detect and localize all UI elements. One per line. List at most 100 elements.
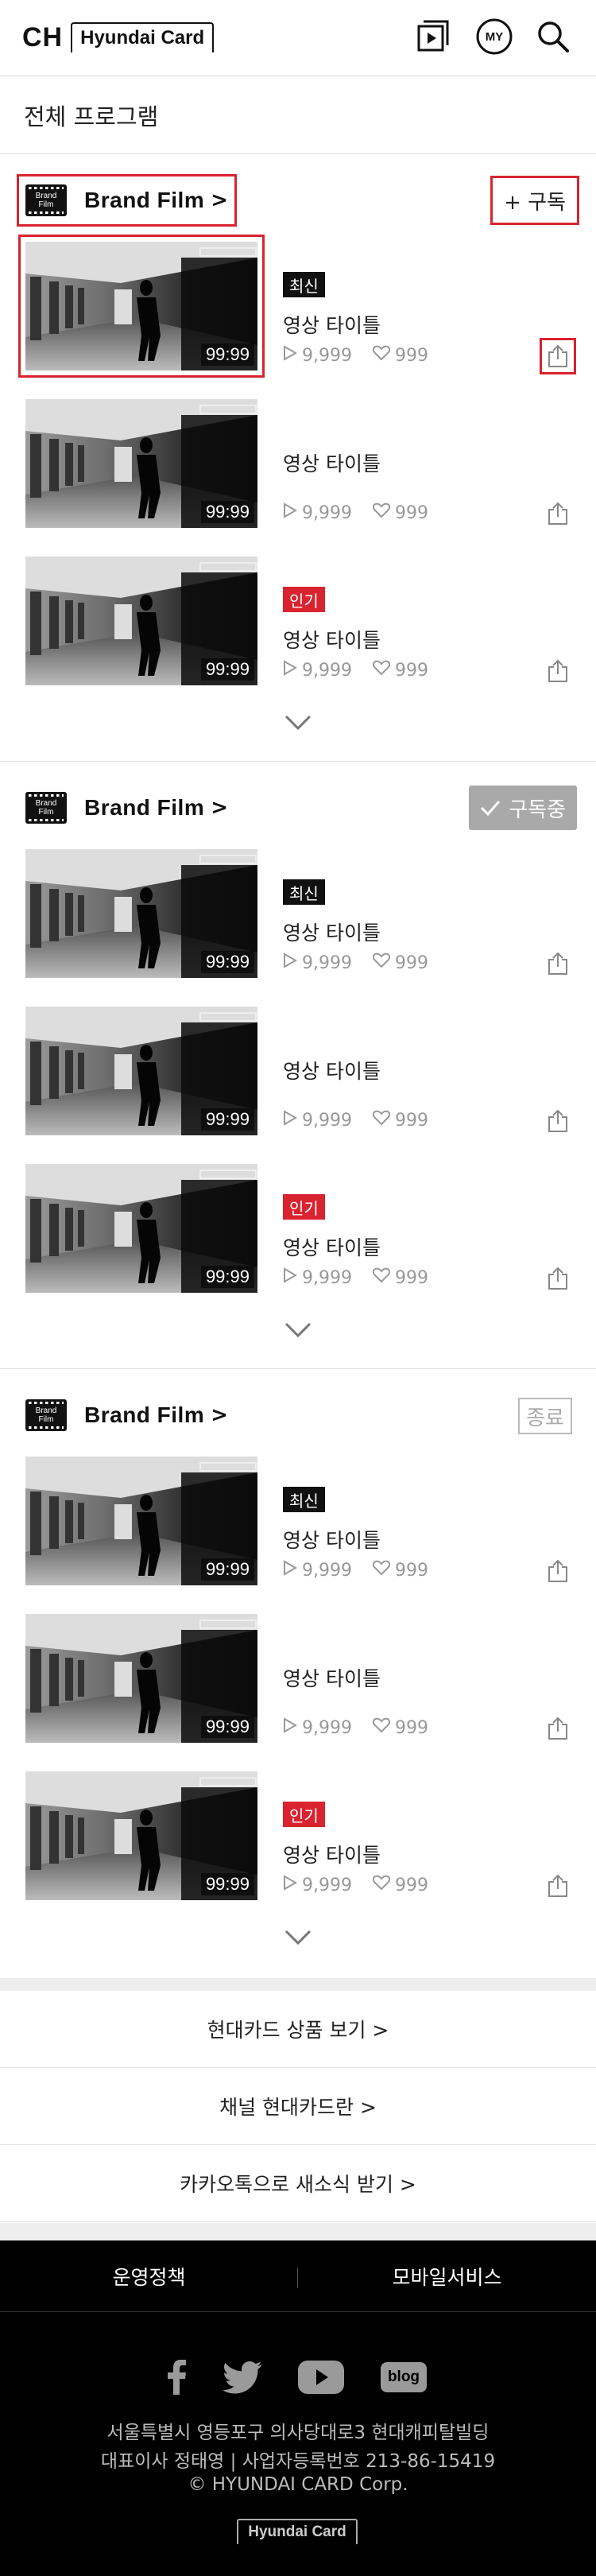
chevron-right-icon: > (211, 796, 229, 820)
subscribe-button-label: + 구독 (504, 190, 566, 215)
video-duration: 99:99 (200, 1266, 254, 1288)
video-title[interactable]: 영상 타이틀 (283, 310, 381, 339)
play-icon (283, 1560, 302, 1581)
brand-icon-text: Brand (35, 1406, 57, 1415)
link-about-channel[interactable]: 채널 현대카드란 > (0, 2068, 596, 2145)
chevron-down-icon[interactable] (282, 1318, 314, 1342)
brand-film-icon: Brand Film (25, 792, 67, 824)
link-kakao-news[interactable]: 카카오톡으로 새소식 받기 > (0, 2145, 596, 2222)
view-count: 9,999 (283, 1110, 352, 1131)
video-list-item[interactable]: 99:99 인기 영상 타이틀 9,999 999 (0, 557, 596, 690)
video-thumbnail[interactable]: 99:99 (18, 235, 265, 378)
video-thumbnail[interactable]: 99:99 (25, 849, 257, 978)
share-icon[interactable] (542, 1713, 574, 1744)
twitter-icon[interactable] (221, 2358, 264, 2396)
view-count-value: 9,999 (302, 660, 352, 681)
share-icon[interactable] (542, 1870, 574, 1902)
subscribed-button[interactable]: 구독중 (469, 786, 577, 830)
share-icon[interactable] (542, 655, 574, 687)
like-count: 999 (372, 660, 428, 681)
like-count: 999 (372, 502, 428, 523)
video-thumbnail[interactable]: 99:99 (25, 1771, 257, 1900)
brand-icon-text: Brand (35, 799, 57, 808)
video-thumbnail[interactable]: 99:99 (25, 557, 257, 685)
like-count-value: 999 (394, 660, 428, 681)
video-thumbnail[interactable]: 99:99 (25, 1457, 257, 1585)
video-list-item[interactable]: 99:99 인기 영상 타이틀 9,999 999 (0, 1164, 596, 1298)
video-thumbnail[interactable]: 99:99 (25, 1007, 257, 1135)
view-count: 9,999 (283, 952, 352, 973)
heart-icon (372, 1110, 395, 1131)
section-header: Brand Film Brand Film > + 구독 (0, 154, 596, 242)
ended-status-badge: 종료 (518, 1398, 572, 1434)
search-icon[interactable] (532, 16, 574, 57)
blog-label: blog (381, 2362, 427, 2392)
video-title[interactable]: 영상 타이틀 (283, 448, 381, 477)
video-thumbnail[interactable]: 99:99 (25, 399, 257, 528)
view-count-value: 9,999 (302, 1875, 352, 1895)
like-count-value: 999 (394, 1875, 428, 1895)
share-icon[interactable] (540, 338, 576, 374)
brand-name: Brand Film (84, 188, 205, 212)
video-list-item[interactable]: 99:99 최신 영상 타이틀 9,999 999 (0, 1457, 596, 1590)
video-thumbnail[interactable]: 99:99 (25, 1614, 257, 1743)
view-count-value: 9,999 (302, 1267, 352, 1288)
video-thumbnail[interactable]: 99:99 (25, 1164, 257, 1293)
video-duration: 99:99 (200, 1108, 254, 1131)
brand-icon-text: Film (38, 1415, 54, 1424)
share-icon[interactable] (542, 1105, 574, 1137)
share-icon[interactable] (542, 1555, 574, 1587)
my-icon[interactable]: MY (474, 16, 515, 57)
link-card-products[interactable]: 현대카드 상품 보기 > (0, 1991, 596, 2068)
video-title[interactable]: 영상 타이틀 (283, 1840, 381, 1868)
footer-nav: 운영정책 모바일서비스 (0, 2240, 596, 2312)
check-icon (481, 801, 501, 817)
blog-icon[interactable]: blog (380, 2358, 428, 2396)
ch-hyundai-card-logo[interactable]: CH Hyundai Card (22, 21, 215, 54)
video-title[interactable]: 영상 타이틀 (283, 918, 381, 946)
logo-ch-text: CH (22, 21, 64, 52)
video-title[interactable]: 영상 타이틀 (283, 1525, 381, 1554)
like-count-value: 999 (394, 345, 428, 366)
video-duration: 99:99 (200, 1716, 254, 1738)
video-list-item[interactable]: 99:99 영상 타이틀 9,999 999 (0, 1614, 596, 1748)
heart-icon (372, 502, 395, 523)
view-count-value: 9,999 (302, 1560, 352, 1581)
video-list-item[interactable]: 99:99 최신 영상 타이틀 9,999 999 (0, 849, 596, 983)
chevron-down-icon[interactable] (282, 711, 314, 735)
video-title[interactable]: 영상 타이틀 (283, 1056, 381, 1084)
view-count: 9,999 (283, 1560, 352, 1581)
app-header: CH Hyundai Card MY (0, 0, 596, 76)
brand-channel-link[interactable]: Brand Film Brand Film > (16, 174, 238, 227)
share-icon[interactable] (542, 948, 574, 980)
video-list-item[interactable]: 99:99 영상 타이틀 9,999 999 (0, 399, 596, 533)
heart-icon (372, 1875, 395, 1895)
share-icon[interactable] (542, 1263, 574, 1294)
video-list-item[interactable]: 99:99 인기 영상 타이틀 9,999 999 (0, 1771, 596, 1905)
play-icon (283, 1875, 302, 1895)
brand-channel-link[interactable]: Brand Film Brand Film > (19, 1391, 234, 1439)
video-list-item[interactable]: 99:99 영상 타이틀 9,999 999 (0, 1007, 596, 1140)
subscribe-button[interactable]: + 구독 (490, 176, 579, 225)
youtube-icon[interactable] (297, 2358, 345, 2396)
video-list-item[interactable]: 99:99 최신 영상 타이틀 9,999 999 (0, 235, 596, 378)
video-title[interactable]: 영상 타이틀 (283, 625, 381, 654)
video-title[interactable]: 영상 타이틀 (283, 1663, 381, 1692)
new-badge: 최신 (283, 1487, 325, 1512)
chevron-right-icon: > (211, 1403, 229, 1427)
chevron-down-icon[interactable] (282, 1926, 314, 1949)
video-title[interactable]: 영상 타이틀 (283, 1232, 381, 1261)
play-list-icon[interactable] (413, 16, 455, 57)
footer-nav-policy[interactable]: 운영정책 (0, 2240, 298, 2312)
facebook-icon[interactable] (157, 2358, 195, 2396)
footer-address: 서울특별시 영등포구 의사당대로3 현대캐피탈빌딩 (106, 2423, 490, 2443)
like-count: 999 (372, 1267, 428, 1288)
footer-nav-mobile-service[interactable]: 모바일서비스 (298, 2240, 596, 2312)
play-icon (283, 660, 302, 681)
brand-film-icon: Brand Film (25, 184, 67, 216)
like-count: 999 (372, 1875, 428, 1895)
share-icon[interactable] (542, 498, 574, 530)
brand-channel-link[interactable]: Brand Film Brand Film > (19, 784, 234, 832)
like-count-value: 999 (394, 1267, 428, 1288)
brand-film-icon: Brand Film (25, 1399, 67, 1431)
